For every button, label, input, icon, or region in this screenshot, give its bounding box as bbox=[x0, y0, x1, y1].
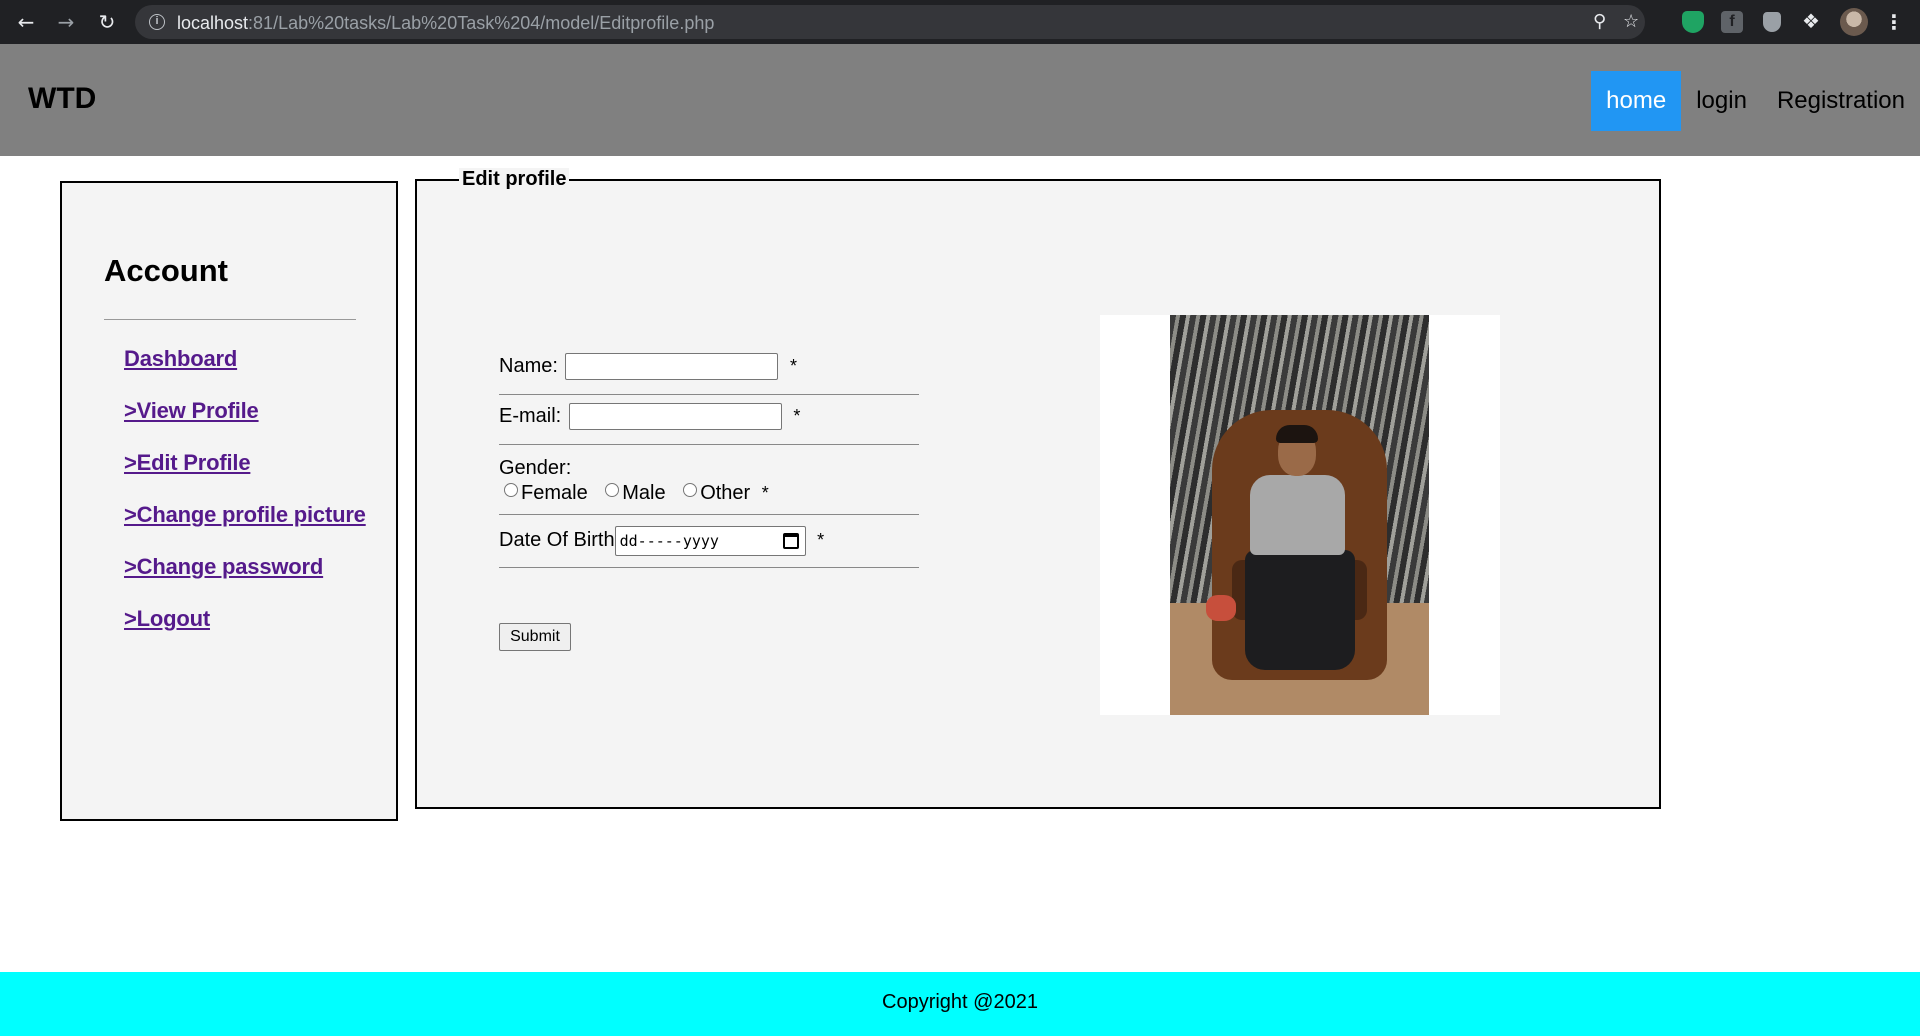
site-footer: Copyright @2021 bbox=[0, 972, 1920, 1036]
extensions-puzzle-icon[interactable]: ❖ bbox=[1800, 11, 1822, 33]
sidebar-item-view-profile[interactable]: >View Profile bbox=[124, 398, 259, 423]
sidebar-item-change-password[interactable]: >Change password bbox=[124, 554, 323, 579]
name-label: Name: bbox=[499, 354, 558, 377]
key-icon[interactable]: ⚲ bbox=[1593, 11, 1606, 33]
sidebar-divider bbox=[104, 319, 356, 320]
shield-extension-icon[interactable] bbox=[1682, 11, 1704, 33]
gender-female-label: Female bbox=[521, 482, 588, 504]
copyright-text: Copyright @2021 bbox=[882, 991, 1038, 1013]
gender-other-radio[interactable] bbox=[683, 483, 698, 497]
site-logo: WTD bbox=[28, 82, 97, 115]
facebook-extension-icon[interactable]: f bbox=[1721, 11, 1743, 33]
account-sidebar: Account Dashboard >View Profile >Edit Pr… bbox=[60, 181, 398, 821]
adblock-extension-icon[interactable] bbox=[1763, 12, 1781, 32]
gender-female-radio[interactable] bbox=[504, 483, 518, 497]
sidebar-item-change-picture[interactable]: >Change profile picture bbox=[124, 502, 366, 527]
person-shirt-shape bbox=[1250, 475, 1345, 555]
reload-icon[interactable]: ↻ bbox=[93, 8, 121, 36]
url-text[interactable]: localhost:81/Lab%20tasks/Lab%20Task%204/… bbox=[177, 13, 714, 34]
site-info-icon[interactable]: i bbox=[149, 14, 165, 30]
dob-required-mark: * bbox=[817, 530, 825, 551]
email-row: E-mail: * bbox=[499, 403, 919, 430]
back-arrow-icon[interactable]: ← bbox=[12, 8, 40, 36]
gender-required-mark: * bbox=[761, 483, 769, 503]
person-hair-shape bbox=[1276, 425, 1318, 443]
profile-avatar[interactable] bbox=[1840, 8, 1868, 36]
profile-picture-frame bbox=[1100, 315, 1500, 715]
gender-options-row: Female Male Other * bbox=[499, 482, 919, 505]
person-shoe-shape bbox=[1206, 595, 1236, 621]
profile-picture bbox=[1170, 315, 1429, 715]
dob-row: Date Of Birth dd-----yyyy * bbox=[499, 526, 919, 556]
gender-label: Gender: bbox=[499, 457, 572, 479]
divider bbox=[499, 514, 919, 515]
forward-arrow-icon[interactable]: → bbox=[52, 8, 80, 36]
site-header: WTD home login Registration bbox=[0, 44, 1920, 156]
edit-profile-fieldset: Edit profile Name: * E-mail: * Gender: F… bbox=[415, 168, 1661, 809]
dob-date-input[interactable]: dd-----yyyy bbox=[614, 526, 806, 556]
nav-registration-link[interactable]: Registration bbox=[1762, 71, 1920, 131]
divider bbox=[499, 567, 919, 568]
person-legs-shape bbox=[1245, 550, 1355, 670]
gender-other-label: Other bbox=[700, 482, 751, 504]
email-input[interactable] bbox=[568, 403, 782, 430]
email-label: E-mail: bbox=[499, 404, 562, 427]
email-required-mark: * bbox=[793, 405, 801, 426]
name-required-mark: * bbox=[790, 355, 798, 376]
nav-login-link[interactable]: login bbox=[1681, 71, 1762, 131]
name-row: Name: * bbox=[499, 353, 919, 380]
gender-label-row: Gender: bbox=[499, 457, 919, 480]
name-input[interactable] bbox=[565, 353, 779, 380]
menu-kebab-icon[interactable]: ⋮ bbox=[1884, 8, 1904, 36]
dob-placeholder: dd-----yyyy bbox=[619, 532, 719, 550]
browser-toolbar: ← → ↻ i localhost:81/Lab%20tasks/Lab%20T… bbox=[0, 0, 1920, 44]
dob-label: Date Of Birth bbox=[499, 529, 615, 552]
divider bbox=[499, 394, 919, 395]
gender-male-label: Male bbox=[622, 482, 666, 504]
sidebar-menu: Dashboard >View Profile >Edit Profile >C… bbox=[124, 333, 366, 645]
sidebar-item-logout[interactable]: >Logout bbox=[124, 606, 210, 631]
submit-button[interactable]: Submit bbox=[499, 623, 571, 651]
fieldset-legend: Edit profile bbox=[459, 168, 570, 191]
sidebar-item-dashboard[interactable]: Dashboard bbox=[124, 346, 237, 371]
calendar-icon[interactable] bbox=[782, 533, 799, 549]
address-bar[interactable]: i localhost:81/Lab%20tasks/Lab%20Task%20… bbox=[135, 5, 1645, 39]
top-nav: home login Registration bbox=[1591, 71, 1920, 131]
star-icon[interactable]: ☆ bbox=[1623, 11, 1639, 33]
gender-male-radio[interactable] bbox=[605, 483, 620, 497]
divider bbox=[499, 444, 919, 445]
sidebar-title: Account bbox=[104, 253, 228, 288]
sidebar-item-edit-profile[interactable]: >Edit Profile bbox=[124, 450, 251, 475]
nav-home-link[interactable]: home bbox=[1591, 71, 1682, 131]
